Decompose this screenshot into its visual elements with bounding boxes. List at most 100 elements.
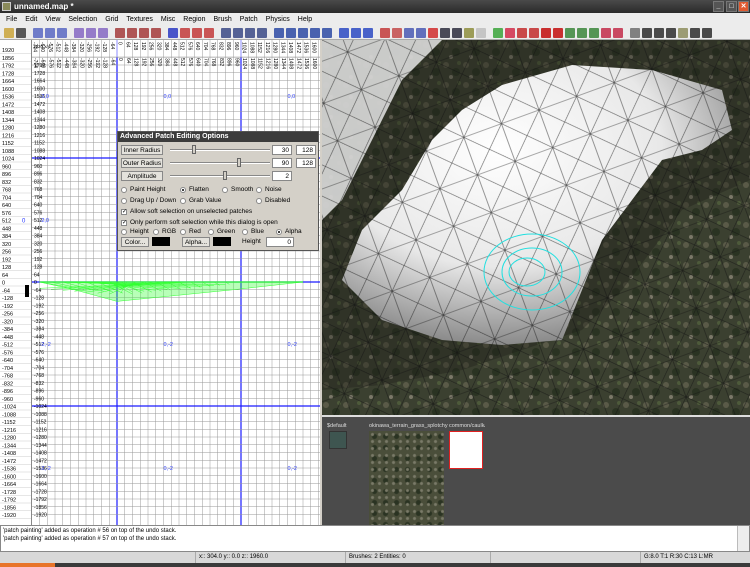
view-z-icon[interactable] <box>363 27 373 38</box>
brush-color-icon[interactable] <box>505 27 515 38</box>
radio-icon[interactable] <box>256 197 262 204</box>
m-icon[interactable] <box>642 27 652 38</box>
open-icon[interactable] <box>4 27 14 38</box>
maximize-button[interactable]: □ <box>726 1 737 12</box>
rotate-view-icon[interactable] <box>310 27 320 38</box>
red-down-icon[interactable] <box>601 27 611 38</box>
texture-thumbnail[interactable] <box>369 431 444 526</box>
height-input[interactable]: 0 <box>266 237 294 247</box>
texture-thumbnail[interactable] <box>329 431 347 449</box>
outer-radius-button[interactable]: Outer Radius <box>121 158 163 168</box>
soft-selection-checkbox-1[interactable]: ✓ Only perform soft selection while this … <box>121 219 278 226</box>
radio-icon[interactable] <box>121 197 127 204</box>
flip-x-icon[interactable] <box>33 27 43 38</box>
amplitude-slider[interactable] <box>170 171 270 181</box>
csg-room-icon[interactable] <box>151 27 161 38</box>
menu-physics[interactable]: Physics <box>262 13 294 26</box>
csg-subtract-icon[interactable] <box>115 27 125 38</box>
flip-z-icon[interactable] <box>57 27 67 38</box>
red-down2-icon[interactable] <box>613 27 623 38</box>
flip-y-icon[interactable] <box>45 27 55 38</box>
no-select-icon[interactable] <box>529 27 539 38</box>
menu-file[interactable]: File <box>2 13 21 26</box>
channel-radio-rgb[interactable]: RGB <box>153 228 176 235</box>
connect-icon[interactable] <box>416 27 426 38</box>
patch-icon[interactable] <box>392 27 402 38</box>
inner-radius-button[interactable]: Inner Radius <box>121 145 163 155</box>
amplitude-value[interactable]: 2 <box>272 171 292 181</box>
radio-icon[interactable] <box>256 186 262 193</box>
outer-radius-value[interactable]: 90 <box>272 158 292 168</box>
select-complete-icon[interactable] <box>180 27 190 38</box>
channel-radio-height[interactable]: Height <box>121 228 149 235</box>
stamp-icon[interactable] <box>678 27 688 38</box>
inner-radius-max[interactable]: 128 <box>296 145 316 155</box>
disabled-icon[interactable] <box>476 27 486 38</box>
csg-hollow-icon[interactable] <box>139 27 149 38</box>
color-button[interactable]: Color... <box>121 237 149 247</box>
alpha-button[interactable]: Alpha... <box>182 237 210 247</box>
more-icon[interactable] <box>702 27 712 38</box>
channel-radio-green[interactable]: Green <box>208 228 235 235</box>
inner-radius-value[interactable]: 30 <box>272 145 292 155</box>
menu-textures[interactable]: Textures <box>122 13 156 26</box>
outer-radius-max[interactable]: 128 <box>296 158 316 168</box>
caulk-icon[interactable] <box>517 27 527 38</box>
f-icon[interactable] <box>690 27 700 38</box>
start-button[interactable] <box>0 563 55 567</box>
rotate-y-icon[interactable] <box>86 27 96 38</box>
mode-radio-drag-up-down[interactable]: Drag Up / Down <box>121 197 176 204</box>
radio-icon[interactable] <box>222 186 228 193</box>
channel-radio-alpha[interactable]: Alpha <box>276 228 302 235</box>
drop2-icon[interactable] <box>577 27 587 38</box>
nodraw-icon[interactable] <box>553 27 563 38</box>
rotate-z-icon[interactable] <box>98 27 108 38</box>
units-icon[interactable] <box>257 27 267 38</box>
menu-grid[interactable]: Grid <box>101 13 122 26</box>
view-xyz-icon[interactable] <box>298 27 308 38</box>
menu-help[interactable]: Help <box>294 13 316 26</box>
texture-thumbnail[interactable] <box>449 431 483 469</box>
mode-radio-smooth[interactable]: Smooth <box>222 186 253 193</box>
menu-brush[interactable]: Brush <box>209 13 235 26</box>
view-y-icon[interactable] <box>351 27 361 38</box>
camera-icon[interactable] <box>274 27 284 38</box>
xy-grid-view[interactable]: -704 -640 -576 -512 -448 -384 -320 -256 -192 -128… <box>32 40 320 525</box>
lock2-icon[interactable] <box>452 27 462 38</box>
menu-selection[interactable]: Selection <box>64 13 101 26</box>
select-touching-icon[interactable] <box>168 27 178 38</box>
tu-icon[interactable] <box>630 27 640 38</box>
radio-icon[interactable] <box>180 186 186 193</box>
rotate-lock-icon[interactable] <box>233 27 243 38</box>
select-inside-icon[interactable] <box>192 27 202 38</box>
mode-radio-disabled[interactable]: Disabled <box>256 197 290 204</box>
amplitude-button[interactable]: Amplitude <box>121 171 163 181</box>
radio-icon[interactable] <box>121 186 127 193</box>
close-button[interactable]: ✕ <box>738 1 749 12</box>
menu-patch[interactable]: Patch <box>236 13 262 26</box>
entity-icon[interactable] <box>493 27 503 38</box>
channel-radio-blue[interactable]: Blue <box>242 228 264 235</box>
alpha-swatch[interactable] <box>213 237 231 246</box>
view-x-icon[interactable] <box>339 27 349 38</box>
radio-icon[interactable] <box>208 228 214 235</box>
z-view[interactable]: 1920 1856 1792 1728 1664 1600 1536 1472 1408 1344… <box>0 40 32 525</box>
menu-edit[interactable]: Edit <box>21 13 41 26</box>
radio-icon[interactable] <box>180 197 186 204</box>
color-swatch[interactable] <box>152 237 170 246</box>
b-icon[interactable] <box>654 27 664 38</box>
radio-icon[interactable] <box>121 228 127 235</box>
detail-icon[interactable] <box>541 27 551 38</box>
menu-view[interactable]: View <box>41 13 64 26</box>
select-partial-icon[interactable] <box>204 27 214 38</box>
rotate-x-icon[interactable] <box>74 27 84 38</box>
checkbox-icon[interactable]: ✓ <box>121 208 127 215</box>
view-icon[interactable] <box>286 27 296 38</box>
scale-icon[interactable] <box>245 27 255 38</box>
menu-region[interactable]: Region <box>179 13 209 26</box>
gap-icon[interactable] <box>589 27 599 38</box>
outer-radius-slider[interactable] <box>170 158 270 168</box>
inner-radius-slider[interactable] <box>170 145 270 155</box>
grid-icon[interactable] <box>464 27 474 38</box>
radio-icon[interactable] <box>180 228 186 235</box>
